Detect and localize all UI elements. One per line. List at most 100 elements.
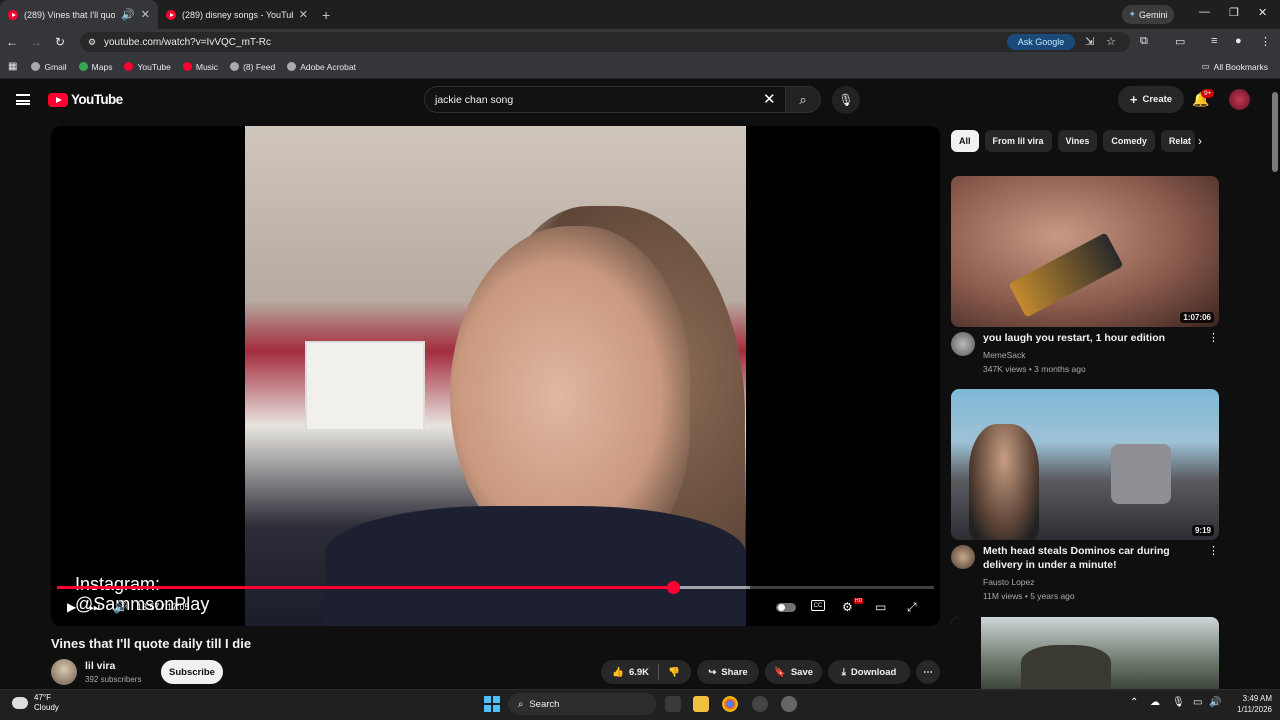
recommendation-title[interactable]: you laugh you restart, 1 hour edition [983,331,1205,345]
chip-related[interactable]: Relat [1160,130,1195,152]
more-vertical-icon[interactable]: ⋮ [1208,331,1219,344]
account-avatar[interactable] [1229,89,1250,110]
like-button[interactable]: 👍 6.9K [612,667,649,678]
network-icon[interactable]: ▭ [1193,697,1202,708]
bookmark-feed[interactable]: (8) Feed [230,62,275,72]
chip-vines[interactable]: Vines [1057,130,1098,152]
file-explorer-icon[interactable] [693,696,709,712]
next-icon[interactable]: ⏭ [89,600,100,615]
hamburger-menu-icon[interactable] [16,94,30,105]
back-icon[interactable]: ← [0,35,24,49]
youtube-logo[interactable]: YouTube [48,92,123,107]
address-bar[interactable]: ⚙ youtube.com/watch?v=IvVQC_mT-Rc [80,32,1130,52]
chevron-up-icon[interactable]: ⌃ [1130,697,1138,708]
media-icon[interactable]: ≡ [1211,35,1217,47]
recommendation-card[interactable]: 1:07:06 you laugh you restart, 1 hour ed… [951,176,1219,387]
volume-icon[interactable]: 🔊 [113,600,128,614]
captions-icon[interactable]: CC [811,600,825,611]
play-icon[interactable]: ▶ [67,600,76,614]
gemini-button[interactable]: ✦ Gemini [1122,5,1174,24]
bookmark-music[interactable]: Music [182,62,218,72]
share-button[interactable]: ↪ Share [697,660,759,684]
site-info-icon[interactable]: ⚙ [88,37,96,48]
reload-icon[interactable]: ↻ [48,35,72,49]
chip-from-channel[interactable]: From lil vira [984,130,1052,152]
close-tab-icon[interactable]: ✕ [141,8,150,21]
bookmark-label: Adobe Acrobat [300,61,356,72]
menu-kebab-icon[interactable]: ⋮ [1260,35,1271,48]
create-button[interactable]: + Create [1118,86,1184,113]
autoplay-toggle[interactable] [776,603,796,612]
temperature: 47°F [34,693,51,702]
speaker-icon[interactable]: 🔊 [121,8,135,21]
volume-tray-icon[interactable]: 🔊 [1209,697,1221,708]
search-icon: ⌕ [799,91,807,107]
settings-app-icon[interactable] [781,696,797,712]
apps-grid-icon[interactable]: ▦ [8,61,17,72]
all-bookmarks[interactable]: ▭ All Bookmarks [1202,61,1268,72]
recommendation-channel[interactable]: MemeSack [983,350,1026,360]
weather-widget[interactable]: 47°F Cloudy [12,693,59,713]
new-tab-button[interactable]: + [322,7,330,23]
thumbnail-animal-shape [1021,645,1111,689]
video-thumbnail[interactable]: 1:07:06 [951,176,1219,327]
tab-disney[interactable]: (289) disney songs - YouTube ✕ [158,0,316,29]
chrome-icon[interactable] [722,696,738,712]
scrollbar-thumb[interactable] [1272,92,1278,172]
extensions-icon[interactable]: ⧉ [1140,35,1148,48]
channel-avatar[interactable] [951,545,975,569]
voice-search-button[interactable]: 🎙 [832,86,860,114]
watermark-line1: Instagram: [75,574,161,594]
close-tab-icon[interactable]: ✕ [299,8,308,21]
more-actions-button[interactable]: ⋯ [916,660,940,684]
recommendation-channel[interactable]: Fausto Lopez [983,577,1035,587]
video-player[interactable]: Instagram: @SammsonPlay ▶ ⏭ 🔊 13:57 / 17… [51,126,940,626]
app-icon[interactable] [752,696,768,712]
settings-gear-icon[interactable]: ⚙ [842,600,853,614]
more-vertical-icon[interactable]: ⋮ [1208,544,1219,557]
cloud-tray-icon[interactable]: ☁ [1150,697,1160,708]
windows-start-icon[interactable] [484,696,500,712]
clear-search-icon[interactable]: ✕ [763,90,776,108]
video-thumbnail[interactable] [951,617,1219,689]
chip-comedy[interactable]: Comedy [1103,130,1155,152]
search-input[interactable]: jackie chan song [424,86,786,113]
recommendation-card[interactable]: 9:19 Meth head steals Dominos car during… [951,389,1219,620]
system-clock[interactable]: 3:49 AM 1/11/2026 [1226,693,1272,715]
bookmark-gmail[interactable]: Gmail [31,62,67,72]
scrubber-handle[interactable] [666,581,680,594]
save-button[interactable]: 🔖 Save [765,660,822,684]
bookmark-maps[interactable]: Maps [78,62,112,72]
download-button[interactable]: ⤓ Download [828,660,910,684]
restore-icon[interactable]: ❐ [1229,6,1239,19]
search-button[interactable]: ⌕ [785,86,821,113]
channel-avatar[interactable] [951,332,975,356]
video-thumbnail[interactable]: 9:19 [951,389,1219,540]
ask-google-button[interactable]: Ask Google [1007,34,1075,50]
minimize-icon[interactable]: — [1199,6,1210,18]
bookmark-acrobat[interactable]: Adobe Acrobat [287,62,356,72]
recommendation-card[interactable] [951,617,1219,689]
bookmark-star-icon[interactable]: ☆ [1106,35,1116,48]
channel-name[interactable]: lil vira [85,660,115,672]
page-scrollbar[interactable] [1270,81,1280,689]
chip-all[interactable]: All [951,130,979,152]
tab-vines[interactable]: (289) Vines that I'll quote d 🔊 ✕ [0,0,158,29]
taskbar-search[interactable]: ⌕ Search [508,693,656,715]
subscribe-button[interactable]: Subscribe [161,660,223,684]
fullscreen-icon[interactable]: ⤢ [907,600,917,615]
chevron-right-icon[interactable]: › [1198,134,1202,148]
recommendation-title[interactable]: Meth head steals Dominos car during deli… [983,544,1205,572]
cast-icon[interactable]: ▭ [1175,35,1185,48]
globe-icon [230,62,240,71]
dislike-button[interactable]: 👎 [668,667,680,678]
task-view-icon[interactable] [665,696,681,712]
microphone-tray-icon[interactable]: 🎙 [1172,697,1185,708]
channel-avatar[interactable] [51,659,77,685]
install-icon[interactable]: ⇲ [1085,35,1094,48]
bookmark-youtube[interactable]: YouTube [124,62,171,72]
profile-icon[interactable]: ● [1235,35,1242,47]
forward-icon[interactable]: → [24,35,48,49]
close-window-icon[interactable]: ✕ [1258,6,1267,19]
theater-mode-icon[interactable]: ▭ [875,600,886,614]
